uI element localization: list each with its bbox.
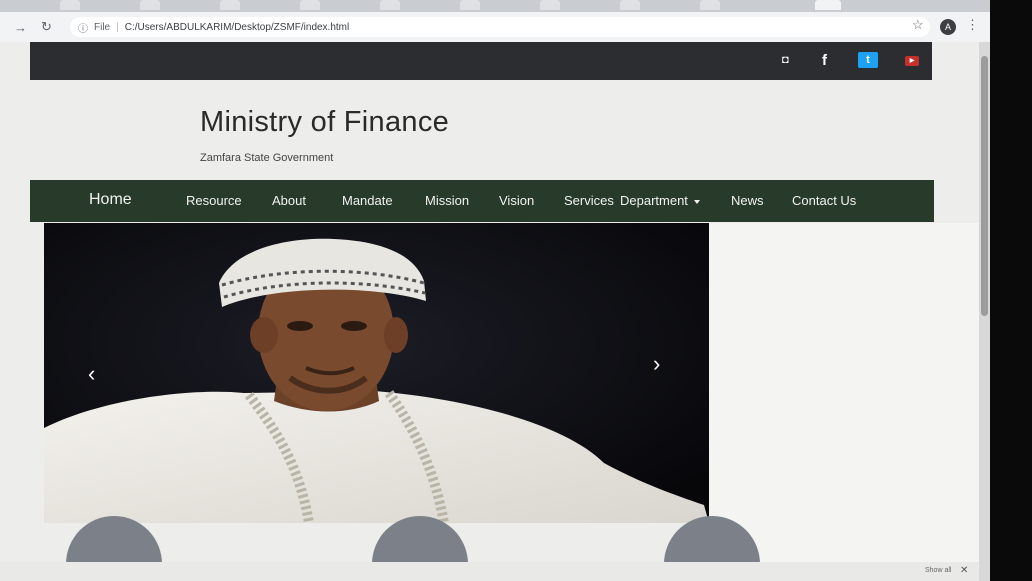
scrollbar-thumb[interactable]: [981, 56, 988, 316]
nav-department-dropdown[interactable]: Department: [620, 193, 700, 208]
nav-mandate[interactable]: Mandate: [342, 193, 393, 208]
nav-mission[interactable]: Mission: [425, 193, 469, 208]
info-icon[interactable]: ⓘ: [78, 20, 88, 35]
browser-tab[interactable]: [140, 0, 160, 10]
browser-tab[interactable]: [540, 0, 560, 10]
site-title[interactable]: Ministry of Finance: [200, 106, 449, 139]
nav-vision[interactable]: Vision: [499, 193, 534, 208]
browser-tab[interactable]: [380, 0, 400, 10]
caret-down-icon: [693, 199, 700, 204]
semicircle-decoration: [372, 516, 468, 564]
page-viewport: ◘ f t ▶ Ministry of Finance Zamfara Stat…: [0, 42, 990, 581]
reload-icon[interactable]: ↻: [41, 19, 52, 35]
semicircle-decoration: [664, 516, 760, 564]
nav-services[interactable]: Services: [564, 193, 614, 208]
show-all-link[interactable]: Show all: [925, 567, 951, 574]
instagram-icon[interactable]: ◘: [782, 54, 789, 66]
browser-toolbar: → ↻ ⓘ File | C:/Users/ABDULKARIM/Desktop…: [0, 12, 990, 42]
nav-home[interactable]: Home: [89, 191, 132, 209]
monitor-bezel: [990, 0, 1032, 581]
browser-tab-strip: [0, 0, 990, 12]
nav-resource[interactable]: Resource: [186, 193, 242, 208]
facebook-icon[interactable]: f: [822, 52, 827, 69]
forward-icon[interactable]: →: [14, 20, 27, 35]
hero-portrait-image: [44, 223, 709, 523]
browser-tab[interactable]: [60, 0, 80, 10]
carousel-prev-icon[interactable]: ‹: [88, 361, 95, 387]
twitter-icon[interactable]: t: [858, 52, 878, 68]
scrollbar[interactable]: [979, 42, 990, 581]
browser-tab[interactable]: [300, 0, 320, 10]
browser-tab[interactable]: [460, 0, 480, 10]
download-bar: Show all ✕: [0, 562, 979, 581]
nav-department-label: Department: [620, 193, 688, 208]
url-separator: |: [116, 21, 119, 33]
nav-news[interactable]: News: [731, 193, 764, 208]
hero-carousel: ‹ ›: [44, 223, 709, 523]
top-bar: ◘ f t ▶: [30, 42, 932, 80]
browser-tab-active[interactable]: [815, 0, 841, 10]
carousel-next-icon[interactable]: ›: [653, 351, 660, 377]
address-bar[interactable]: ⓘ File | C:/Users/ABDULKARIM/Desktop/ZSM…: [70, 17, 930, 37]
browser-tab[interactable]: [620, 0, 640, 10]
youtube-icon[interactable]: ▶: [905, 56, 919, 66]
main-navigation: Home Resource About Mandate Mission Visi…: [30, 180, 934, 222]
site-tagline: Zamfara State Government: [200, 152, 334, 164]
bookmark-star-icon[interactable]: ☆: [912, 17, 924, 33]
url-text: C:/Users/ABDULKARIM/Desktop/ZSMF/index.h…: [124, 21, 350, 33]
close-icon[interactable]: ✕: [960, 565, 968, 576]
browser-menu-icon[interactable]: ⋮: [966, 17, 979, 33]
url-scheme: File: [94, 21, 111, 33]
nav-about[interactable]: About: [272, 193, 306, 208]
browser-tab[interactable]: [700, 0, 720, 10]
browser-tab[interactable]: [220, 0, 240, 10]
profile-avatar[interactable]: A: [940, 19, 956, 35]
nav-contact-us[interactable]: Contact Us: [792, 193, 856, 208]
semicircle-decoration: [66, 516, 162, 564]
